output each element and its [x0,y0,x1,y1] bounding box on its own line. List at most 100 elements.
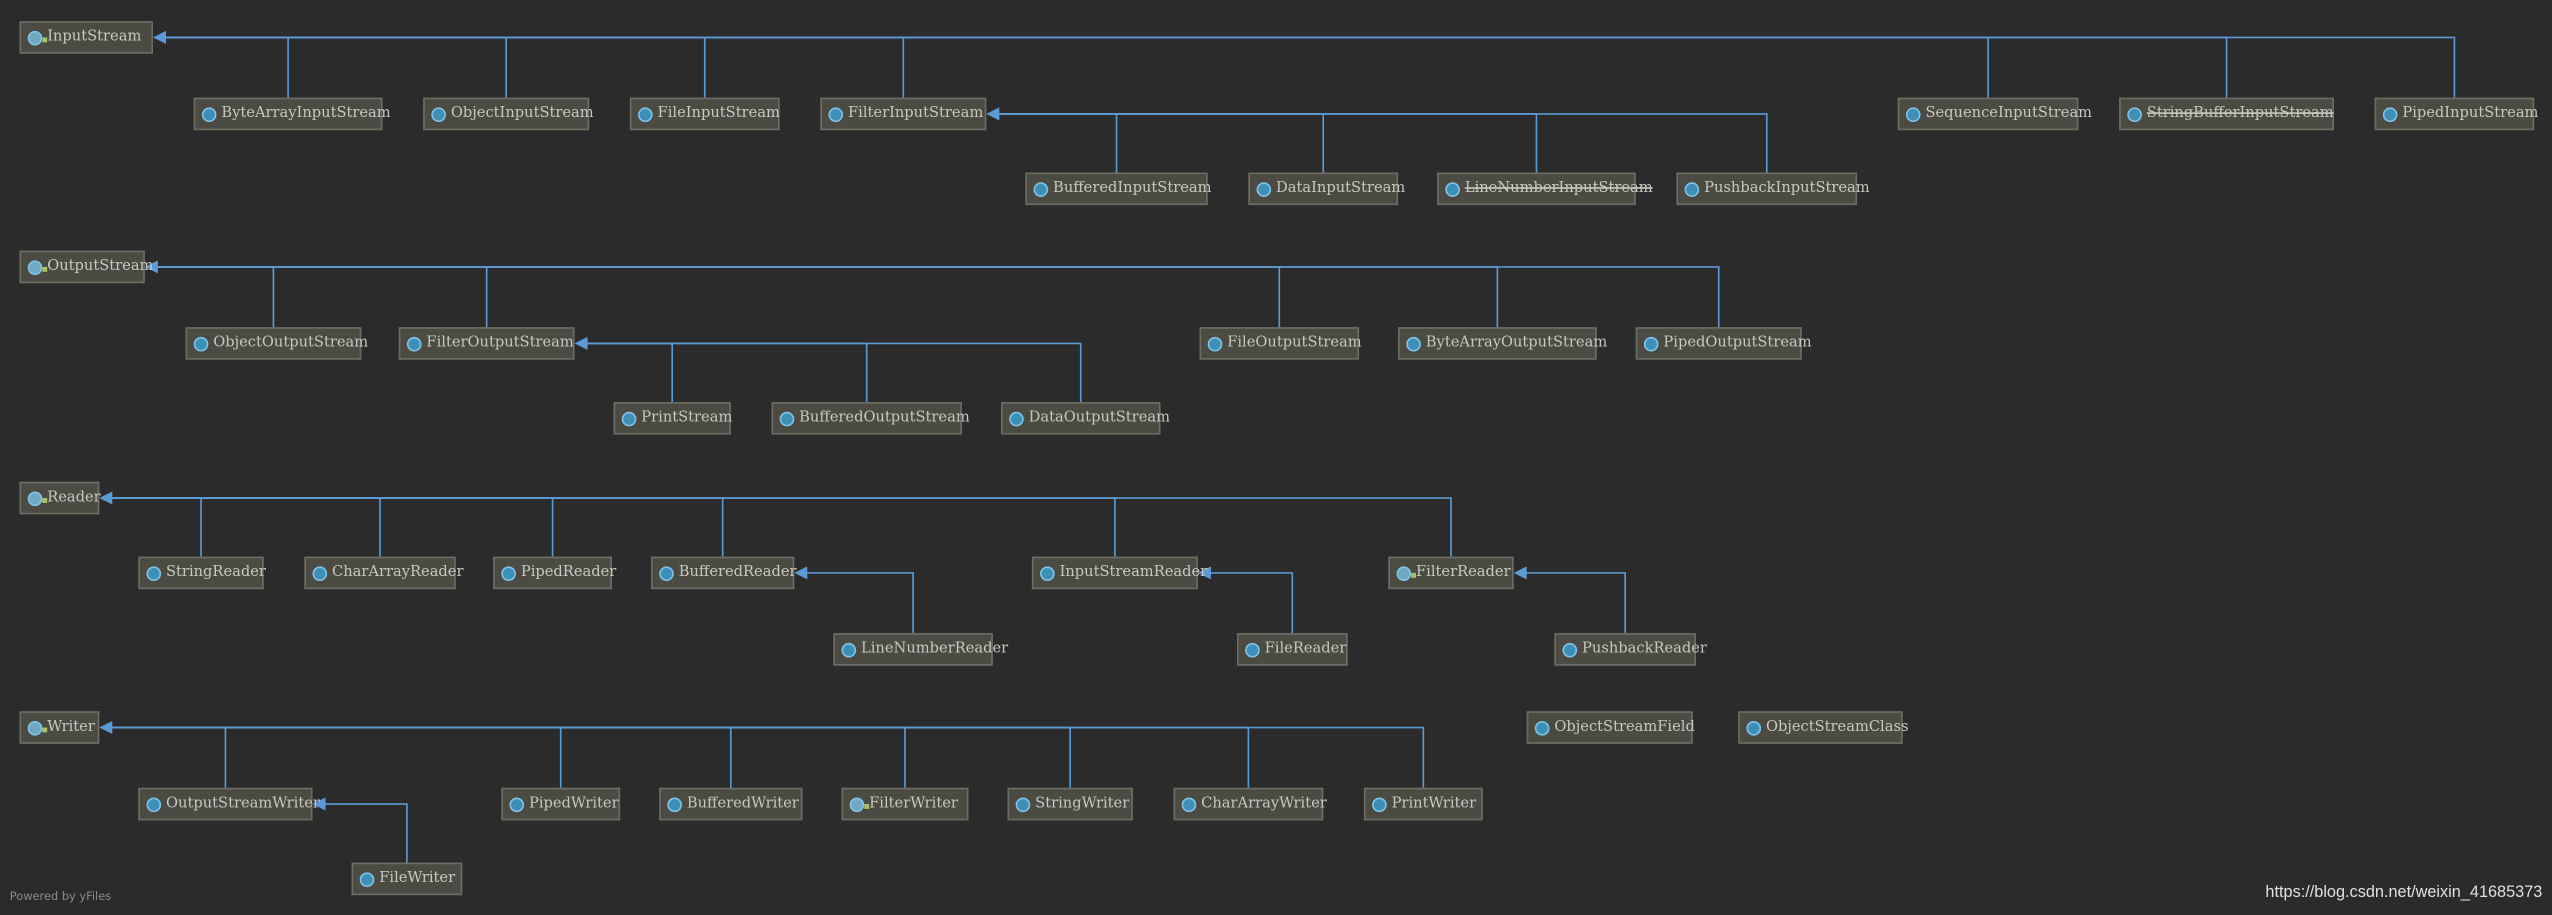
class-node-label: Writer [47,719,95,736]
class-node-label: SequenceInputStream [1925,105,2093,123]
class-icon [621,410,637,426]
class-node-label: DataOutputStream [1028,410,1170,427]
class-node-label: PipedWriter [528,795,619,813]
class-icon [1207,336,1223,351]
class-node-printwriter[interactable]: PrintWriter [1363,787,1483,821]
class-node-bytearrayinputstream[interactable]: ByteArrayInputStream [193,97,391,131]
inheritance-edge-chararrayreader-to-reader [109,497,381,557]
inheritance-edge-filereader-to-inputstreamreader [1207,572,1294,634]
class-node-outputstreamwriter[interactable]: OutputStreamWriter [138,787,320,821]
inheritance-edge-objectoutputstream-to-outputstream [154,266,275,328]
inheritance-edge-datainputstream-to-filterinputstream [996,113,1325,173]
class-node-label: InputStreamReader [1059,564,1208,582]
class-node-filterinputstream[interactable]: FilterInputStream [820,97,987,131]
inheritance-edge-bufferedwriter-to-writer [109,726,732,788]
arrowhead-filterreader [1513,566,1527,580]
inheritance-edge-chararraywriter-to-writer [109,726,1250,788]
class-icon [193,336,209,351]
inheritance-edge-bytearrayinputstream-to-inputstream [162,36,289,98]
source-url: https://blog.csdn.net/weixin_41685373 [2265,883,2543,902]
class-node-label: LineNumberInputStream [1464,180,1653,197]
class-node-fileoutputstream[interactable]: FileOutputStream [1199,327,1362,360]
class-node-linenumberinputstream[interactable]: LineNumberInputStream [1437,172,1653,206]
class-node-bufferedoutputstream[interactable]: BufferedOutputStream [771,402,970,435]
class-node-stringreader[interactable]: StringReader [138,556,266,590]
inheritance-edge-bufferedoutputstream-to-filteroutputstream [584,342,868,403]
class-node-printstream[interactable]: PrintStream [613,402,733,435]
class-node-pushbackinputstream[interactable]: PushbackInputStream [1676,172,1870,206]
class-node-sequenceinputstream[interactable]: SequenceInputStream [1897,97,2092,131]
class-node-objectoutputstream[interactable]: ObjectOutputStream [185,327,368,360]
class-node-pipedoutputstream[interactable]: PipedOutputStream [1635,327,1812,360]
class-node-filterreader[interactable]: FilterReader [1388,556,1514,590]
class-node-label: PrintStream [641,410,733,427]
class-icon [1033,181,1049,197]
class-node-label: CharArrayWriter [1201,795,1327,813]
class-node-label: PipedOutputStream [1663,335,1812,352]
class-icon [1562,642,1578,657]
class-node-label: PushbackReader [1582,641,1707,658]
class-node-filewriter[interactable]: FileWriter [351,862,463,896]
class-node-label: BufferedWriter [686,795,799,813]
class-node-chararrayreader[interactable]: CharArrayReader [304,556,463,590]
class-node-bufferedwriter[interactable]: BufferedWriter [659,787,803,821]
class-node-datainputstream[interactable]: DataInputStream [1248,172,1405,206]
class-node-label: ObjectStreamClass [1765,719,1909,736]
class-node-stringbufferinputstream[interactable]: StringBufferInputStream [2119,97,2334,131]
class-node-pipedwriter[interactable]: PipedWriter [501,787,621,821]
class-node-label: ByteArrayInputStream [221,105,391,123]
inheritance-edge-bytearrayoutputstream-to-outputstream [154,266,1499,328]
class-node-filereader[interactable]: FileReader [1236,633,1348,666]
abstract-class-icon [1396,565,1417,581]
class-icon [431,106,446,122]
class-node-label: StringWriter [1035,795,1130,813]
class-node-label: PushbackInputStream [1704,180,1870,197]
class-node-label: PipedReader [520,564,617,582]
class-node-label: ObjectStreamField [1554,719,1695,736]
class-node-objectinputstream[interactable]: ObjectInputStream [423,97,594,131]
class-icon [841,642,857,657]
class-node-label: ByteArrayOutputStream [1425,335,1608,352]
class-node-inputstream[interactable]: InputStream [19,21,153,54]
class-icon [1181,796,1197,812]
class-node-writer[interactable]: Writer [19,711,100,744]
class-node-label: LineNumberReader [861,641,1009,658]
class-node-reader[interactable]: Reader [19,481,101,515]
class-node-pushbackreader[interactable]: PushbackReader [1554,633,1707,666]
class-node-fileinputstream[interactable]: FileInputStream [629,97,780,131]
class-node-objectstreamclass[interactable]: ObjectStreamClass [1738,711,1909,744]
class-node-label: ObjectInputStream [450,105,594,123]
inheritance-edge-fileinputstream-to-inputstream [162,36,706,98]
class-node-label: FileOutputStream [1227,335,1362,352]
class-node-filteroutputstream[interactable]: FilterOutputStream [398,327,575,360]
class-icon [1534,720,1550,735]
class-node-linenumberreader[interactable]: LineNumberReader [833,633,1008,666]
class-icon [201,106,217,122]
class-node-bufferedinputstream[interactable]: BufferedInputStream [1025,172,1212,206]
inheritance-edge-sequenceinputstream-to-inputstream [162,36,1989,98]
class-node-inputstreamreader[interactable]: InputStreamReader [1031,556,1207,590]
class-node-label: FileReader [1264,641,1347,658]
class-icon [1406,336,1421,351]
class-node-stringwriter[interactable]: StringWriter [1007,787,1133,821]
class-node-objectstreamfield[interactable]: ObjectStreamField [1526,711,1695,744]
class-node-filterwriter[interactable]: FilterWriter [841,787,969,821]
class-icon [312,565,328,581]
class-node-pipedinputstream[interactable]: PipedInputStream [2374,97,2538,131]
class-node-dataoutputstream[interactable]: DataOutputStream [1000,402,1170,435]
class-node-label: FileWriter [379,870,456,888]
class-node-outputstream[interactable]: OutputStream [19,250,153,284]
class-node-label: FilterInputStream [847,105,984,123]
class-icon [1684,181,1700,197]
class-node-chararraywriter[interactable]: CharArrayWriter [1173,787,1327,821]
class-node-label: BufferedOutputStream [799,410,970,427]
class-node-bytearrayoutputstream[interactable]: ByteArrayOutputStream [1398,327,1607,360]
class-node-pipedreader[interactable]: PipedReader [493,556,616,590]
class-icon [638,106,653,122]
class-icon [667,796,682,812]
abstract-class-icon [27,490,48,506]
inheritance-edge-stringbufferinputstream-to-inputstream [162,36,2228,98]
powered-by-label: Powered by yFiles [9,890,112,904]
class-node-bufferedreader[interactable]: BufferedReader [651,556,797,590]
class-icon [2382,106,2398,122]
